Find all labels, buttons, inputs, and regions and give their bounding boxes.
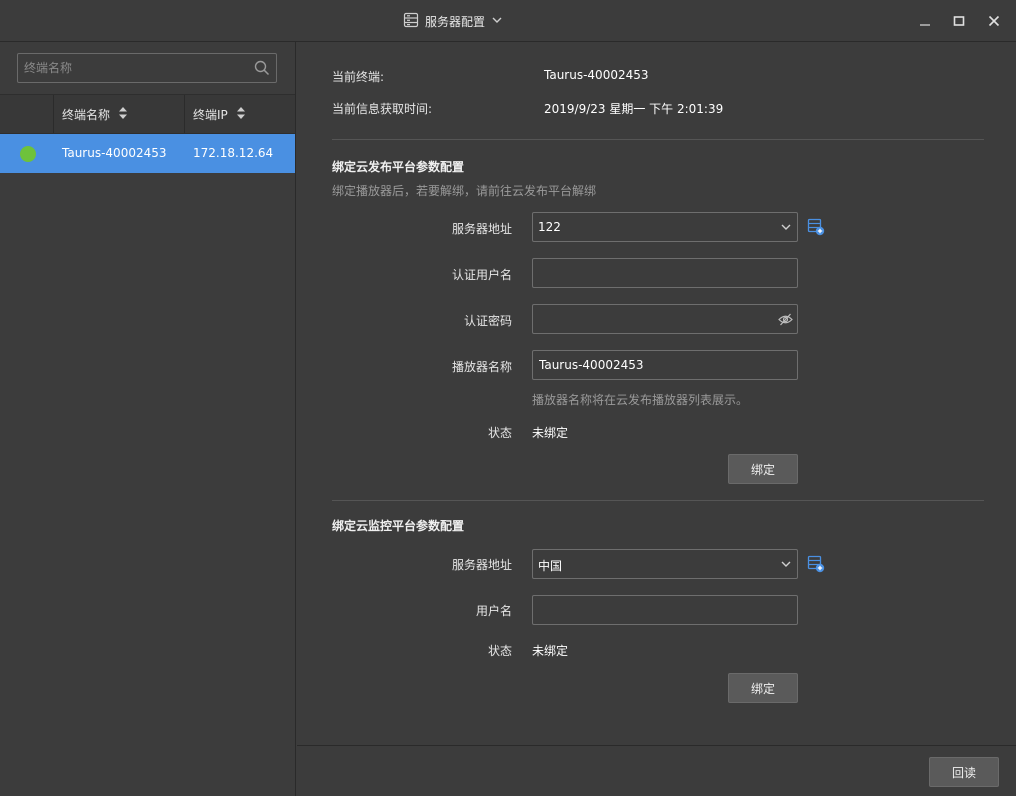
terminal-name-cell: Taurus-40002453: [62, 146, 167, 160]
close-icon[interactable]: [985, 12, 1003, 30]
auth-username-label: 认证用户名: [451, 268, 512, 282]
divider: [332, 500, 984, 501]
window-title: 服务器配置: [425, 14, 486, 29]
monitor-status-value: 未绑定: [532, 644, 569, 658]
player-name-hint: 播放器名称将在云发布播放器列表展示。: [532, 393, 749, 407]
online-status-icon: [20, 146, 36, 162]
chevron-down-icon: [491, 14, 503, 29]
column-header-ip[interactable]: 终端IP: [193, 95, 246, 133]
monitor-server-select[interactable]: 中国: [532, 549, 798, 579]
terminal-search-input[interactable]: [18, 54, 246, 82]
column-header-name[interactable]: 终端名称: [62, 95, 128, 133]
terminal-search: [17, 53, 277, 83]
publish-server-select[interactable]: 122: [532, 212, 798, 242]
current-terminal-value: Taurus-40002453: [544, 68, 649, 82]
readback-button[interactable]: 回读: [929, 757, 999, 787]
server-config-panel: 当前终端: Taurus-40002453 当前信息获取时间: 2019/9/2…: [297, 42, 1016, 745]
fetch-time-label: 当前信息获取时间:: [332, 102, 433, 116]
cloud-publish-hint: 绑定播放器后，若要解绑，请前往云发布平台解绑: [332, 184, 597, 198]
cloud-publish-section-title: 绑定云发布平台参数配置: [332, 160, 465, 174]
publish-server-value: 122: [538, 220, 561, 234]
eye-off-icon[interactable]: [778, 312, 793, 327]
player-name-input[interactable]: [533, 351, 797, 379]
column-header-ip-label: 终端IP: [193, 107, 228, 122]
window-title-dropdown[interactable]: 服务器配置: [403, 12, 503, 30]
player-name-label: 播放器名称: [451, 360, 512, 374]
server-icon: [403, 12, 419, 31]
terminal-table-header: 终端名称 终端IP: [0, 94, 295, 134]
sort-icon[interactable]: [118, 106, 128, 123]
divider: [332, 139, 984, 140]
auth-password-label: 认证密码: [463, 314, 512, 328]
monitor-status-label: 状态: [487, 644, 512, 658]
publish-status-value: 未绑定: [532, 426, 569, 440]
auth-password-input[interactable]: [533, 305, 773, 333]
maximize-icon[interactable]: [950, 12, 968, 30]
publish-status-label: 状态: [487, 426, 512, 440]
minimize-icon[interactable]: [916, 12, 934, 30]
monitor-username-input[interactable]: [533, 596, 797, 624]
auth-username-input[interactable]: [533, 259, 797, 287]
title-bar: 服务器配置: [0, 0, 1016, 42]
chevron-down-icon: [779, 557, 793, 571]
publish-server-label: 服务器地址: [451, 222, 512, 236]
monitor-username-label: 用户名: [475, 604, 512, 618]
chevron-down-icon: [779, 220, 793, 234]
terminal-list-panel: 终端名称 终端IP Taurus-40002453 172.18.12.64: [0, 42, 296, 796]
sort-icon[interactable]: [236, 106, 246, 123]
player-name-field: [532, 350, 798, 380]
cloud-monitor-section-title: 绑定云监控平台参数配置: [332, 519, 465, 533]
table-row[interactable]: Taurus-40002453 172.18.12.64: [0, 134, 295, 173]
monitor-username-field: [532, 595, 798, 625]
monitor-server-value: 中国: [538, 559, 563, 573]
fetch-time-value: 2019/9/23 星期一 下午 2:01:39: [544, 102, 724, 116]
add-server-icon[interactable]: [807, 218, 825, 236]
current-terminal-label: 当前终端:: [332, 70, 385, 84]
add-server-icon[interactable]: [807, 555, 825, 573]
column-divider: [184, 95, 185, 133]
column-divider: [53, 95, 54, 133]
terminal-ip-cell: 172.18.12.64: [193, 146, 274, 160]
monitor-server-label: 服务器地址: [451, 558, 512, 572]
footer-bar: 回读: [297, 745, 1016, 796]
auth-password-field: [532, 304, 798, 334]
column-header-name-label: 终端名称: [62, 107, 111, 122]
publish-bind-button[interactable]: 绑定: [728, 454, 798, 484]
auth-username-field: [532, 258, 798, 288]
search-icon[interactable]: [254, 60, 270, 76]
monitor-bind-button[interactable]: 绑定: [728, 673, 798, 703]
